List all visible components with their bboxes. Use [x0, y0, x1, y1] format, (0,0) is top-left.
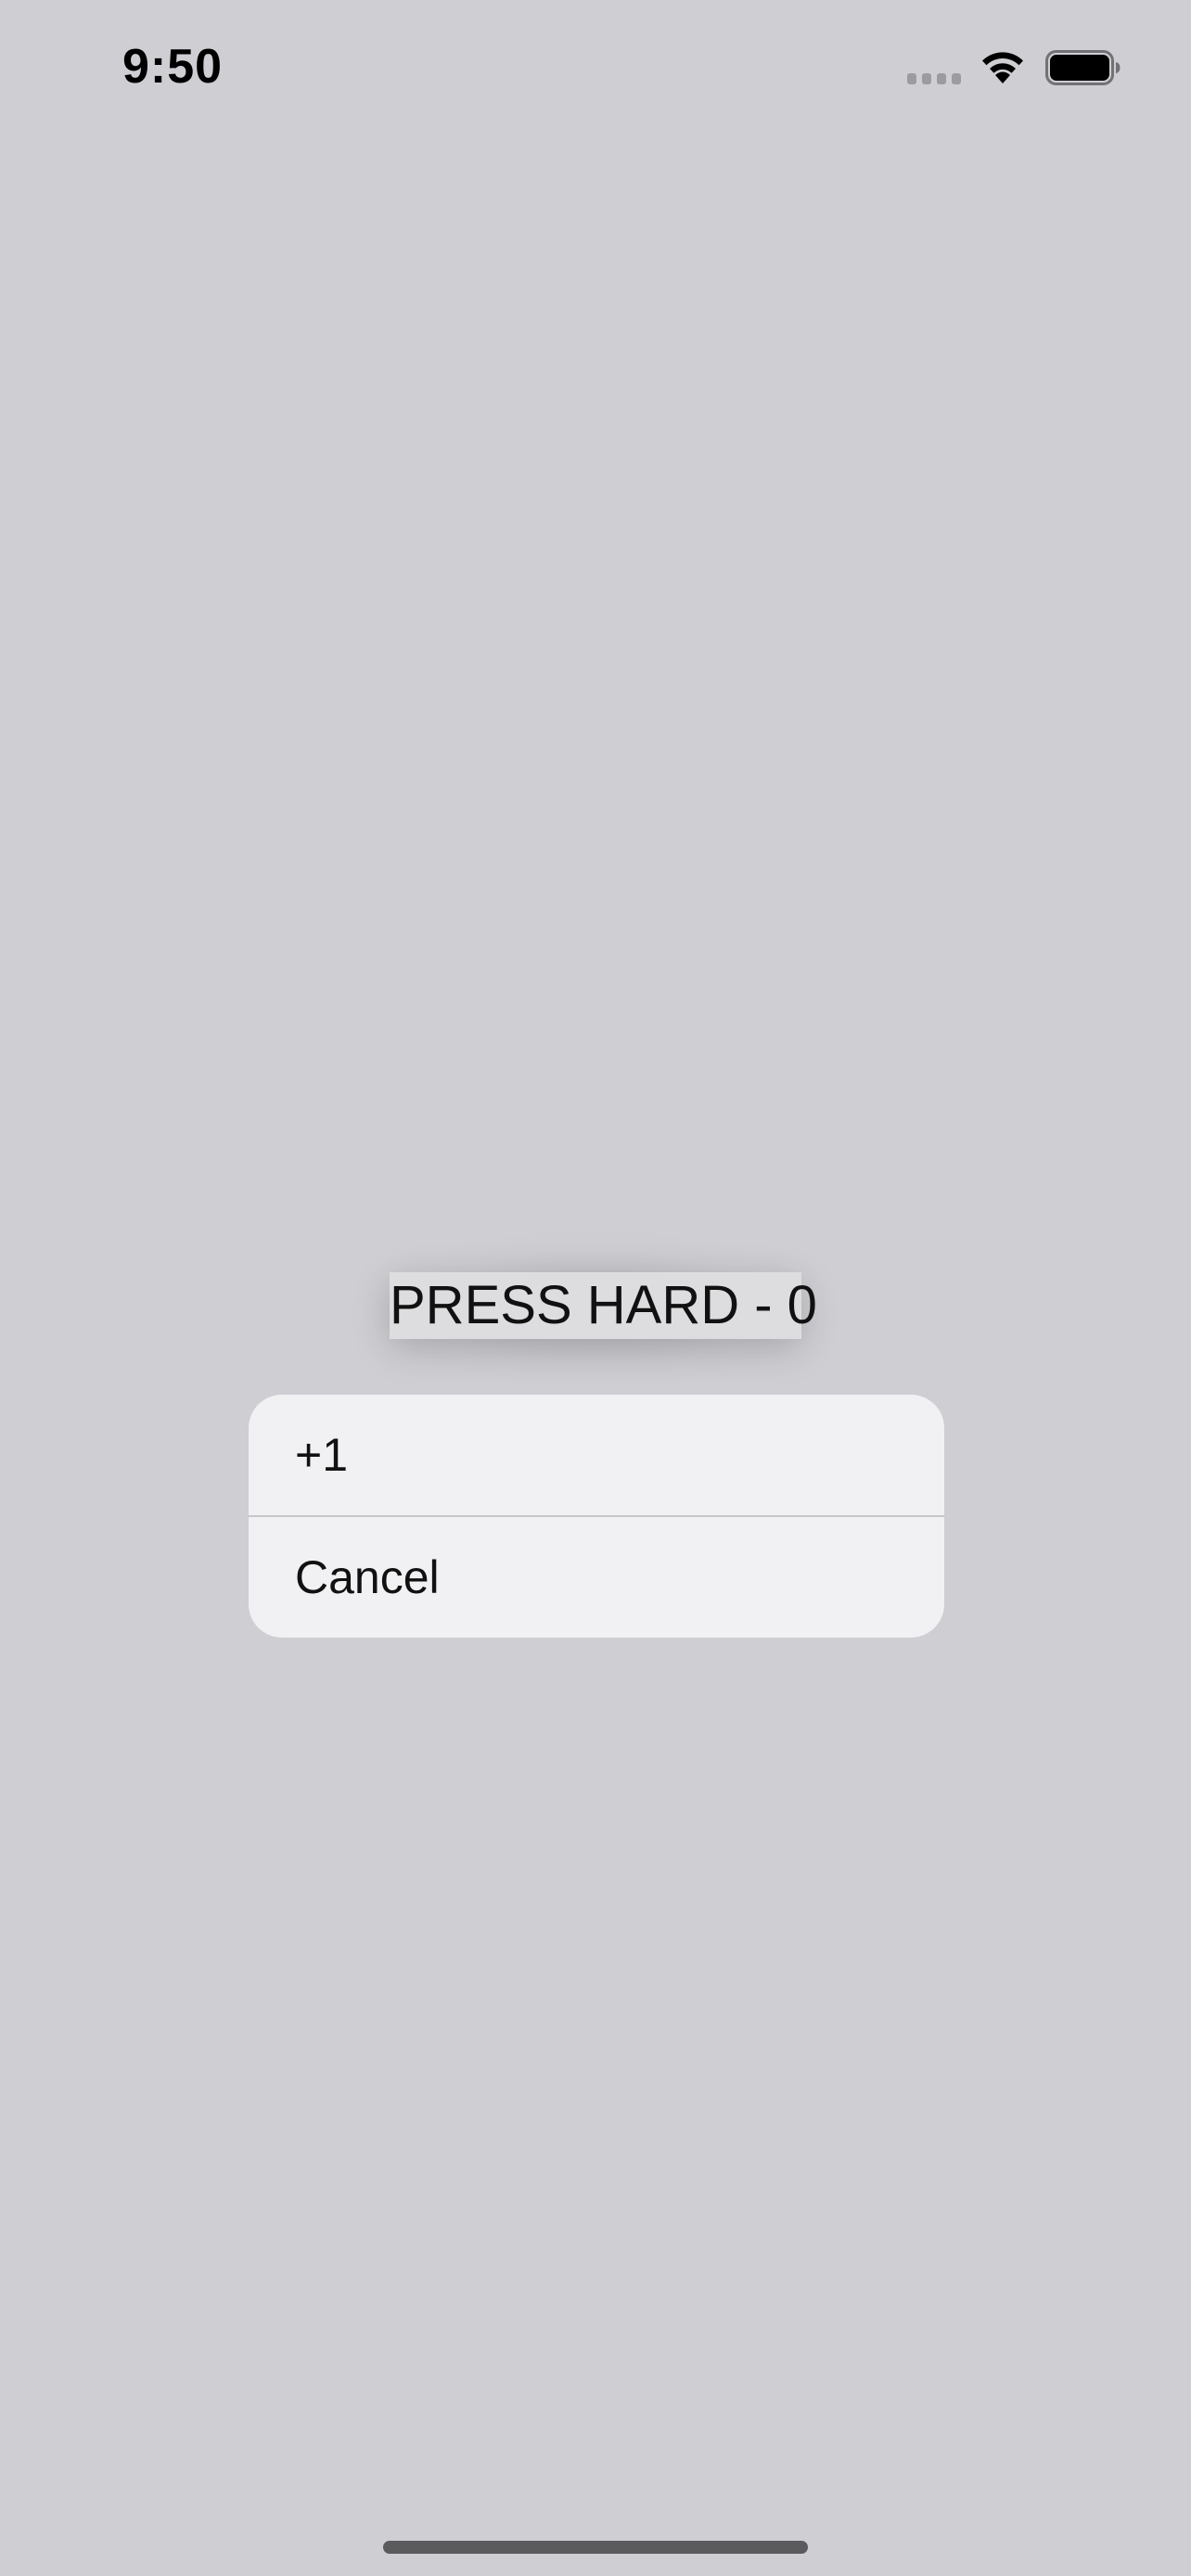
- menu-item-label: Cancel: [295, 1551, 440, 1603]
- status-bar: 9:50: [0, 0, 1191, 139]
- status-time: 9:50: [122, 40, 224, 94]
- wifi-icon: [979, 46, 1027, 85]
- menu-item-plus-one[interactable]: +1: [249, 1395, 944, 1515]
- home-indicator[interactable]: [383, 2541, 808, 2554]
- menu-item-label: +1: [295, 1429, 349, 1481]
- context-action-menu: +1 Cancel: [249, 1395, 944, 1638]
- battery-icon: [1045, 50, 1121, 85]
- press-hard-label[interactable]: PRESS HARD - 0: [390, 1272, 817, 1339]
- cellular-signal-icon: [907, 73, 963, 84]
- menu-item-cancel[interactable]: Cancel: [249, 1517, 944, 1638]
